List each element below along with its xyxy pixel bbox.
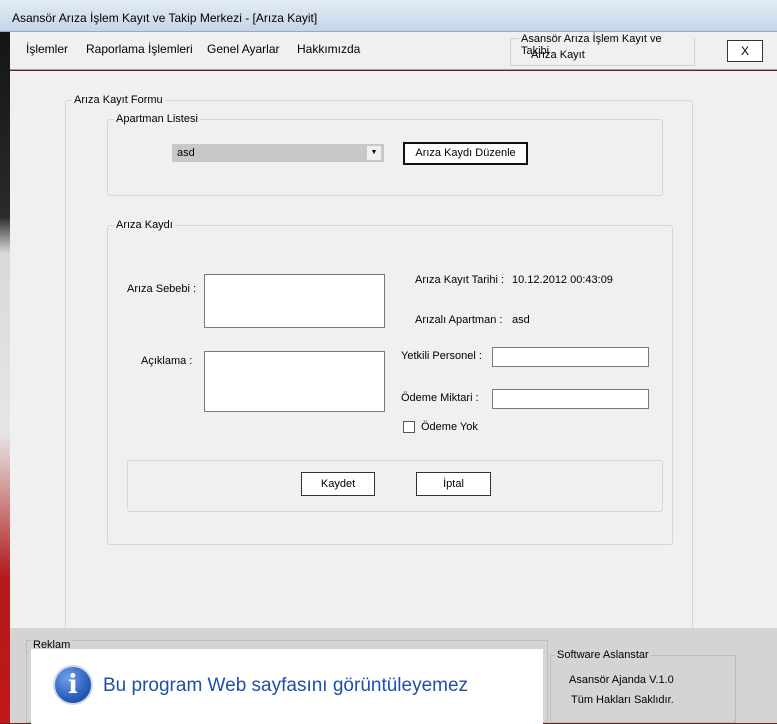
rights-label: Tüm Hakları Saklıdır. — [571, 694, 674, 706]
apartman-select-value: asd — [177, 147, 195, 159]
software-group: Software Aslanstar Asansör Ajanda V.1.0 … — [550, 649, 736, 723]
ariza-kaydi-group: Arıza Kaydı Arıza Sebebi : Açıklama : Ar… — [107, 219, 673, 545]
iptal-button[interactable]: İptal — [416, 472, 491, 496]
odeme-yok-label[interactable]: Ödeme Yok — [421, 421, 478, 433]
close-form-button[interactable]: X — [727, 40, 763, 62]
aciklama-textarea[interactable] — [204, 351, 385, 412]
arizali-apartman-label: Arızalı Apartman : — [415, 314, 503, 326]
arizali-apartman-value: asd — [512, 314, 530, 326]
aciklama-label: Açıklama : — [141, 355, 193, 367]
menu-genel-ayarlar[interactable]: Genel Ayarlar — [207, 42, 280, 56]
header-info-group: Asansör Arıza İşlem Kayıt ve Takibi Arız… — [510, 33, 695, 66]
ariza-kayit-tarihi-value: 10.12.2012 00:43:09 — [512, 274, 613, 286]
kaydet-button[interactable]: Kaydet — [301, 472, 375, 496]
window-title: Asansör Arıza İşlem Kayıt ve Takip Merke… — [12, 11, 318, 25]
info-icon: i — [53, 665, 93, 705]
footer-area: Reklam i Bu program Web sayfasını görünt… — [10, 628, 777, 724]
main-content: Arıza Kayıt Formu Apartman Listesi asd ▼… — [10, 71, 777, 630]
software-legend: Software Aslanstar — [555, 649, 651, 661]
title-bar: Asansör Arıza İşlem Kayıt ve Takip Merke… — [0, 0, 777, 32]
version-label: Asansör Ajanda V.1.0 — [569, 674, 674, 686]
yetkili-personel-label: Yetkili Personel : — [401, 350, 482, 362]
reklam-browser: i Bu program Web sayfasını görüntüleyeme… — [31, 649, 543, 724]
yetkili-personel-input[interactable] — [492, 347, 649, 367]
reklam-group: Reklam i Bu program Web sayfasını görünt… — [26, 639, 548, 724]
app-window: Asansör Arıza İşlem Kayıt ve Takip Merke… — [0, 0, 777, 724]
odeme-yok-checkbox[interactable] — [403, 421, 415, 433]
ariza-kaydi-duzenle-button[interactable]: Arıza Kaydı Düzenle — [403, 142, 528, 165]
apartman-select[interactable]: asd ▼ — [172, 144, 384, 162]
header-info-subtitle: Arıza Kayıt — [531, 49, 585, 61]
ariza-sebebi-textarea[interactable] — [204, 274, 385, 328]
apartman-listesi-legend: Apartman Listesi — [114, 113, 200, 125]
odeme-miktari-label: Ödeme Miktari : — [401, 392, 479, 404]
ariza-kayit-tarihi-label: Arıza Kayıt Tarihi : — [415, 274, 505, 286]
dropdown-arrow-icon[interactable]: ▼ — [367, 146, 381, 160]
menu-hakkimizda[interactable]: Hakkımızda — [297, 42, 360, 56]
odeme-miktari-input[interactable] — [492, 389, 649, 409]
ariza-kayit-formu-group: Arıza Kayıt Formu Apartman Listesi asd ▼… — [65, 94, 693, 630]
ariza-kayit-formu-legend: Arıza Kayıt Formu — [72, 94, 165, 106]
actions-group: Kaydet İptal — [127, 460, 663, 512]
ariza-sebebi-label: Arıza Sebebi : — [127, 283, 197, 295]
apartman-listesi-group: Apartman Listesi asd ▼ Arıza Kaydı Düzen… — [107, 113, 663, 196]
ariza-kaydi-legend: Arıza Kaydı — [114, 219, 175, 231]
reklam-message: Bu program Web sayfasını görüntüleyemez — [103, 675, 469, 696]
menu-raporlama[interactable]: Raporlama İşlemleri — [86, 42, 193, 56]
menu-islemler[interactable]: İşlemler — [26, 42, 68, 56]
